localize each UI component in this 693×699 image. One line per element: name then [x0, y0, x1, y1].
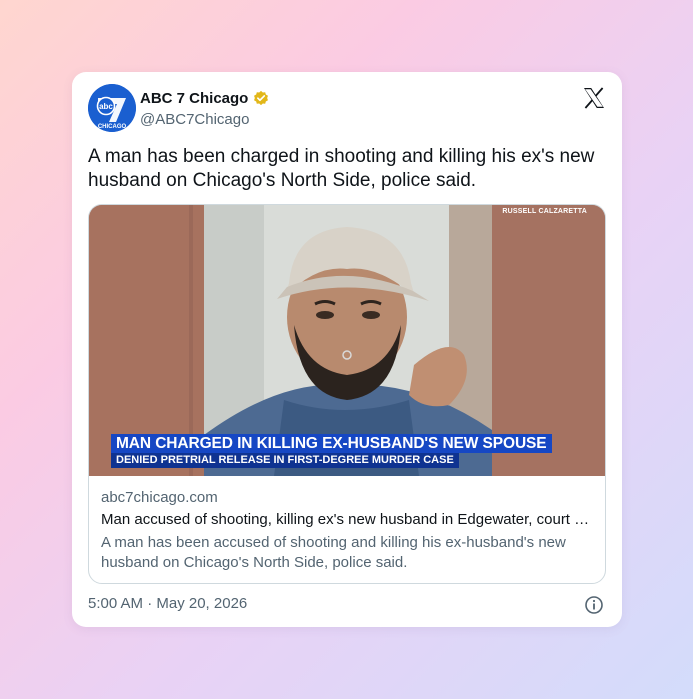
- lower-third-headline: MAN CHARGED IN KILLING EX-HUSBAND'S NEW …: [111, 434, 552, 453]
- avatar-city-text: CHICAGO: [98, 124, 127, 130]
- author-handle[interactable]: @ABC7Chicago: [140, 111, 249, 128]
- link-preview-card[interactable]: RUSSELL CALZARETTA MAN CHARGED IN KILLIN…: [88, 204, 606, 584]
- link-description: A man has been accused of shooting and k…: [101, 534, 566, 571]
- tweet-text: A man has been charged in shooting and k…: [88, 146, 595, 191]
- news-photo: RUSSELL CALZARETTA MAN CHARGED IN KILLIN…: [89, 205, 605, 476]
- abc7-chicago-avatar[interactable]: abc CHICAGO: [88, 84, 136, 132]
- lower-third-subheadline: DENIED PRETRIAL RELEASE IN FIRST-DEGREE …: [111, 453, 459, 468]
- abc7-logo: abc CHICAGO: [88, 84, 136, 132]
- author-row: ABC 7 Chicago: [140, 89, 270, 107]
- x-logo-icon[interactable]: [582, 86, 606, 110]
- verified-badge-icon: [254, 90, 269, 106]
- author-name[interactable]: ABC 7 Chicago: [140, 90, 248, 107]
- info-icon[interactable]: [584, 595, 604, 615]
- image-credit: RUSSELL CALZARETTA: [502, 208, 587, 215]
- tweet-timestamp[interactable]: 5:00 AM · May 20, 2026: [88, 595, 247, 612]
- link-domain: abc7chicago.com: [101, 489, 218, 506]
- avatar-network-text: abc: [99, 102, 113, 111]
- tweet-card: abc CHICAGO ABC 7 Chicago @ABC7Chicago A…: [72, 72, 622, 627]
- link-headline: Man accused of shooting, killing ex's ne…: [101, 511, 595, 528]
